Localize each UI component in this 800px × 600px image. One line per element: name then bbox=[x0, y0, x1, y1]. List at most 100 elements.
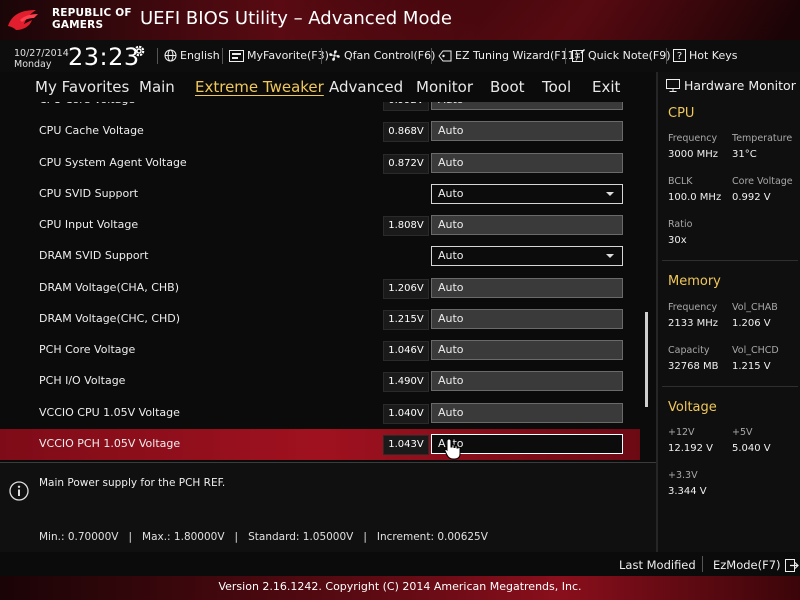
version-text: Version 2.16.1242. Copyright (C) 2014 Am… bbox=[218, 580, 582, 593]
setting-value-input[interactable]: Auto bbox=[431, 215, 623, 235]
hw-section-voltage: Voltage bbox=[668, 400, 717, 415]
setting-row-cpu-cache-voltage[interactable]: CPU Cache Voltage 0.868V Auto bbox=[0, 116, 640, 147]
setting-row-cpu-input-voltage[interactable]: CPU Input Voltage 1.808V Auto bbox=[0, 210, 640, 241]
hw-cpu-bclk: 100.0 MHz bbox=[668, 192, 722, 203]
hw-section-cpu: CPU bbox=[668, 106, 695, 121]
toolbar-separator bbox=[431, 48, 432, 64]
setting-value: Auto bbox=[438, 311, 464, 325]
setting-value: Auto bbox=[438, 102, 464, 106]
current-voltage-readout: 0.868V bbox=[383, 122, 429, 143]
tab-my-favorites[interactable]: My Favorites bbox=[35, 78, 129, 96]
setting-label: CPU System Agent Voltage bbox=[39, 155, 187, 169]
setting-row-dram-svid-support[interactable]: DRAM SVID Support Auto bbox=[0, 241, 640, 272]
chevron-down-icon bbox=[606, 191, 614, 196]
setting-value: Auto bbox=[438, 374, 464, 388]
monitor-icon bbox=[666, 79, 680, 92]
setting-dropdown[interactable]: Auto bbox=[431, 246, 623, 267]
toolbar-separator bbox=[321, 48, 322, 64]
setting-row-cpu-system-agent-voltage[interactable]: CPU System Agent Voltage 0.872V Auto bbox=[0, 148, 640, 179]
setting-row-dram-voltage-cha-chb[interactable]: DRAM Voltage(CHA, CHB) 1.206V Auto bbox=[0, 273, 640, 304]
setting-row-dram-voltage-chc-chd[interactable]: DRAM Voltage(CHC, CHD) 1.215V Auto bbox=[0, 304, 640, 335]
chevron-down-icon bbox=[606, 254, 614, 259]
scrollbar-thumb[interactable] bbox=[645, 312, 648, 407]
tab-exit[interactable]: Exit bbox=[592, 78, 620, 96]
tab-main[interactable]: Main bbox=[139, 78, 175, 96]
svg-text:?: ? bbox=[677, 51, 682, 62]
toolbar-separator bbox=[222, 48, 223, 64]
toolbar-separator bbox=[666, 48, 667, 64]
setting-value: Auto bbox=[438, 186, 464, 200]
setting-value: Auto bbox=[438, 124, 464, 138]
toolbar: 10/27/2014 Monday 23:23 English MyFavori… bbox=[0, 40, 800, 72]
hw-volt-3v3: 3.344 V bbox=[668, 486, 707, 497]
toolbar-separator bbox=[157, 48, 158, 64]
hardware-monitor-title-text: Hardware Monitor bbox=[684, 78, 796, 93]
setting-label: PCH Core Voltage bbox=[39, 343, 136, 356]
toolbar-separator bbox=[565, 48, 566, 64]
last-modified-button[interactable]: Last Modified bbox=[619, 558, 696, 572]
version-bar: Version 2.16.1242. Copyright (C) 2014 Am… bbox=[0, 576, 800, 600]
language-button[interactable]: English bbox=[164, 49, 220, 62]
setting-row-cpu-core-voltage[interactable]: CPU Core Voltage 0.992V Auto bbox=[0, 102, 640, 116]
note-icon bbox=[572, 49, 585, 62]
hw-volt-12v-label: +12V bbox=[668, 427, 695, 438]
setting-dropdown[interactable]: Auto bbox=[431, 183, 623, 204]
hw-volt-5v: 5.040 V bbox=[732, 443, 771, 454]
quick-note-button[interactable]: Quick Note(F9) bbox=[572, 49, 671, 62]
gear-icon[interactable] bbox=[132, 44, 146, 58]
current-voltage-readout: 1.490V bbox=[383, 372, 429, 393]
title-bar: REPUBLIC OF GAMERS UEFI BIOS Utility – A… bbox=[0, 0, 800, 40]
current-voltage-readout: 0.872V bbox=[383, 153, 429, 174]
date-display: 10/27/2014 Monday bbox=[14, 48, 69, 70]
setting-value: Auto bbox=[438, 343, 464, 356]
setting-value-input[interactable]: Auto bbox=[431, 152, 623, 173]
setting-value-input[interactable]: Auto bbox=[431, 277, 623, 298]
main-nav: My Favorites Main Extreme Tweaker Advanc… bbox=[0, 72, 656, 102]
setting-row-pch-i-o-voltage[interactable]: PCH I/O Voltage 1.490V Auto bbox=[0, 366, 640, 397]
tab-monitor[interactable]: Monitor bbox=[416, 78, 473, 96]
qfan-control-button[interactable]: Qfan Control(F6) bbox=[328, 49, 435, 62]
hw-cpu-temperature-label: Temperature bbox=[732, 133, 793, 144]
hot-keys-button[interactable]: ? Hot Keys bbox=[673, 49, 738, 62]
day-text: Monday bbox=[14, 59, 52, 70]
setting-label: VCCIO PCH 1.05V Voltage bbox=[39, 436, 181, 450]
current-voltage-readout: 0.992V bbox=[383, 102, 429, 111]
info-icon bbox=[9, 481, 29, 501]
setting-row-cpu-svid-support[interactable]: CPU SVID Support Auto bbox=[0, 179, 640, 210]
hw-divider bbox=[662, 260, 798, 261]
setting-label: CPU Core Voltage bbox=[39, 102, 135, 106]
tab-boot[interactable]: Boot bbox=[490, 78, 525, 96]
ez-tuning-wizard-button[interactable]: EZ Tuning Wizard(F11) bbox=[438, 49, 579, 62]
setting-value-input[interactable]: Auto bbox=[431, 371, 623, 392]
setting-row-vccio-pch-1-05v-voltage[interactable]: VCCIO PCH 1.05V Voltage1.043VAuto bbox=[0, 428, 640, 460]
setting-label: DRAM SVID Support bbox=[39, 249, 149, 263]
scrollbar[interactable] bbox=[645, 102, 648, 460]
hw-volt-5v-label: +5V bbox=[732, 427, 753, 438]
rog-logo-icon bbox=[8, 10, 38, 30]
brand-line-1: REPUBLIC OF bbox=[52, 7, 132, 19]
setting-value-input[interactable]: Auto bbox=[431, 121, 623, 142]
tab-extreme-tweaker[interactable]: Extreme Tweaker bbox=[195, 78, 324, 96]
setting-value-input[interactable]: Auto bbox=[431, 308, 623, 329]
wizard-icon bbox=[438, 50, 452, 61]
setting-value-input[interactable]: Auto bbox=[431, 402, 623, 423]
date-text: 10/27/2014 bbox=[14, 48, 69, 59]
current-voltage-readout: 1.215V bbox=[383, 309, 429, 330]
hw-divider bbox=[662, 386, 798, 387]
setting-label: DRAM Voltage(CHA, CHB) bbox=[39, 280, 179, 294]
hw-mem-vol-chab: 1.206 V bbox=[732, 318, 771, 329]
ez-mode-button[interactable]: EzMode(F7) bbox=[713, 558, 799, 572]
fan-icon bbox=[329, 50, 340, 61]
setting-value-input[interactable]: Auto bbox=[431, 340, 623, 360]
myfavorite-button[interactable]: MyFavorite(F3) bbox=[229, 49, 329, 62]
footer-separator bbox=[702, 556, 703, 572]
tab-tool[interactable]: Tool bbox=[542, 78, 571, 96]
hw-mem-frequency-label: Frequency bbox=[668, 302, 718, 313]
setting-row-pch-core-voltage[interactable]: PCH Core Voltage 1.046V Auto bbox=[0, 335, 640, 366]
tab-advanced[interactable]: Advanced bbox=[329, 78, 403, 96]
help-panel: Main Power supply for the PCH REF. Min.:… bbox=[0, 462, 656, 552]
setting-value-input[interactable]: Auto bbox=[431, 102, 623, 110]
current-voltage-readout: 1.206V bbox=[383, 278, 429, 299]
setting-row-vccio-cpu-1-05v-voltage[interactable]: VCCIO CPU 1.05V Voltage 1.040V Auto bbox=[0, 398, 640, 429]
setting-label: VCCIO CPU 1.05V Voltage bbox=[39, 405, 180, 419]
